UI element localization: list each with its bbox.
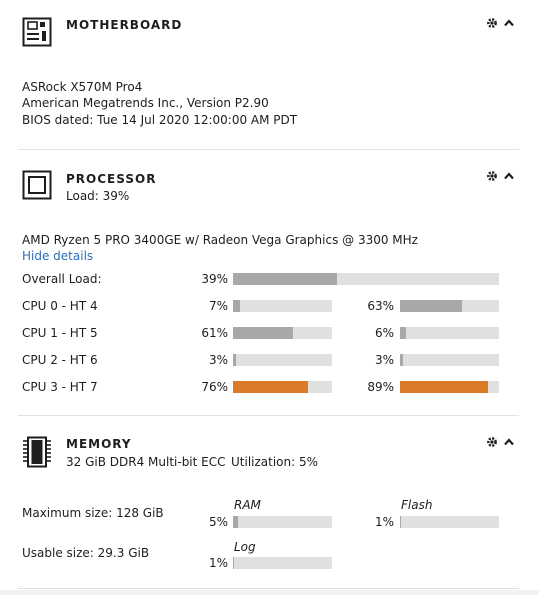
overall-load-bar xyxy=(233,273,499,285)
processor-title: PROCESSOR xyxy=(66,172,157,186)
processor-icon xyxy=(22,170,52,200)
processor-controls xyxy=(485,169,517,183)
overall-load-percent: 39% xyxy=(201,272,228,286)
cpu-thread-bar xyxy=(400,327,499,339)
cpu-thread-percent: 89% xyxy=(367,380,394,394)
cpu-core-percent: 7% xyxy=(208,299,228,313)
cpu-thread-bar xyxy=(400,300,499,312)
motherboard-title: MOTHERBOARD xyxy=(66,18,183,32)
flash-label: Flash xyxy=(401,498,433,512)
overall-load-label: Overall Load: xyxy=(22,272,102,286)
cpu-core-percent: 76% xyxy=(201,380,228,394)
memory-utilization: Utilization: 5% xyxy=(231,455,319,469)
cpu-thread-percent: 3% xyxy=(374,353,394,367)
ram-bar xyxy=(233,516,332,528)
collapse-chevron-icon[interactable] xyxy=(504,172,514,180)
collapse-chevron-icon[interactable] xyxy=(504,19,514,27)
motherboard-bios-vendor: American Megatrends Inc., Version P2.90 xyxy=(22,96,269,110)
section-divider xyxy=(18,149,519,150)
memory-max-size: Maximum size: 128 GiB xyxy=(22,506,164,520)
log-label: Log xyxy=(234,540,256,554)
cpu-thread-bar xyxy=(400,354,499,366)
memory-icon xyxy=(22,436,52,468)
ram-percent: 5% xyxy=(208,515,228,529)
cpu-core-bar xyxy=(233,381,332,393)
memory-summary: 32 GiB DDR4 Multi-bit ECC xyxy=(66,455,226,469)
cpu-core-label: CPU 1 - HT 5 xyxy=(22,326,98,340)
section-divider xyxy=(18,588,519,589)
cpu-core-label: CPU 3 - HT 7 xyxy=(22,380,98,394)
collapse-chevron-icon[interactable] xyxy=(504,438,514,446)
cpu-thread-percent: 6% xyxy=(374,326,394,340)
bottom-edge xyxy=(0,590,539,595)
motherboard-icon xyxy=(22,17,52,47)
cpu-core-bar xyxy=(233,300,332,312)
cpu-core-label: CPU 0 - HT 4 xyxy=(22,299,98,313)
processor-load: Load: 39% xyxy=(66,189,130,203)
processor-model: AMD Ryzen 5 PRO 3400GE w/ Radeon Vega Gr… xyxy=(22,233,418,247)
cpu-core-percent: 3% xyxy=(208,353,228,367)
cpu-core-label: CPU 2 - HT 6 xyxy=(22,353,98,367)
cpu-core-percent: 61% xyxy=(201,326,228,340)
ram-label: RAM xyxy=(234,498,261,512)
flash-percent: 1% xyxy=(374,515,394,529)
settings-gear-icon[interactable] xyxy=(487,437,497,447)
section-divider xyxy=(18,415,519,416)
hide-details-link[interactable]: Hide details xyxy=(22,249,93,263)
motherboard-controls xyxy=(485,16,517,30)
cpu-core-bar xyxy=(233,327,332,339)
memory-usable-size: Usable size: 29.3 GiB xyxy=(22,546,150,560)
settings-gear-icon[interactable] xyxy=(487,171,497,181)
cpu-core-bar xyxy=(233,354,332,366)
motherboard-bios-date: BIOS dated: Tue 14 Jul 2020 12:00:00 AM … xyxy=(22,113,298,127)
memory-title: MEMORY xyxy=(66,437,132,451)
cpu-thread-percent: 63% xyxy=(367,299,394,313)
flash-bar xyxy=(400,516,499,528)
log-bar xyxy=(233,557,332,569)
settings-gear-icon[interactable] xyxy=(487,18,497,28)
memory-controls xyxy=(485,435,517,449)
cpu-thread-bar xyxy=(400,381,499,393)
log-percent: 1% xyxy=(208,556,228,570)
motherboard-model: ASRock X570M Pro4 xyxy=(22,80,143,94)
